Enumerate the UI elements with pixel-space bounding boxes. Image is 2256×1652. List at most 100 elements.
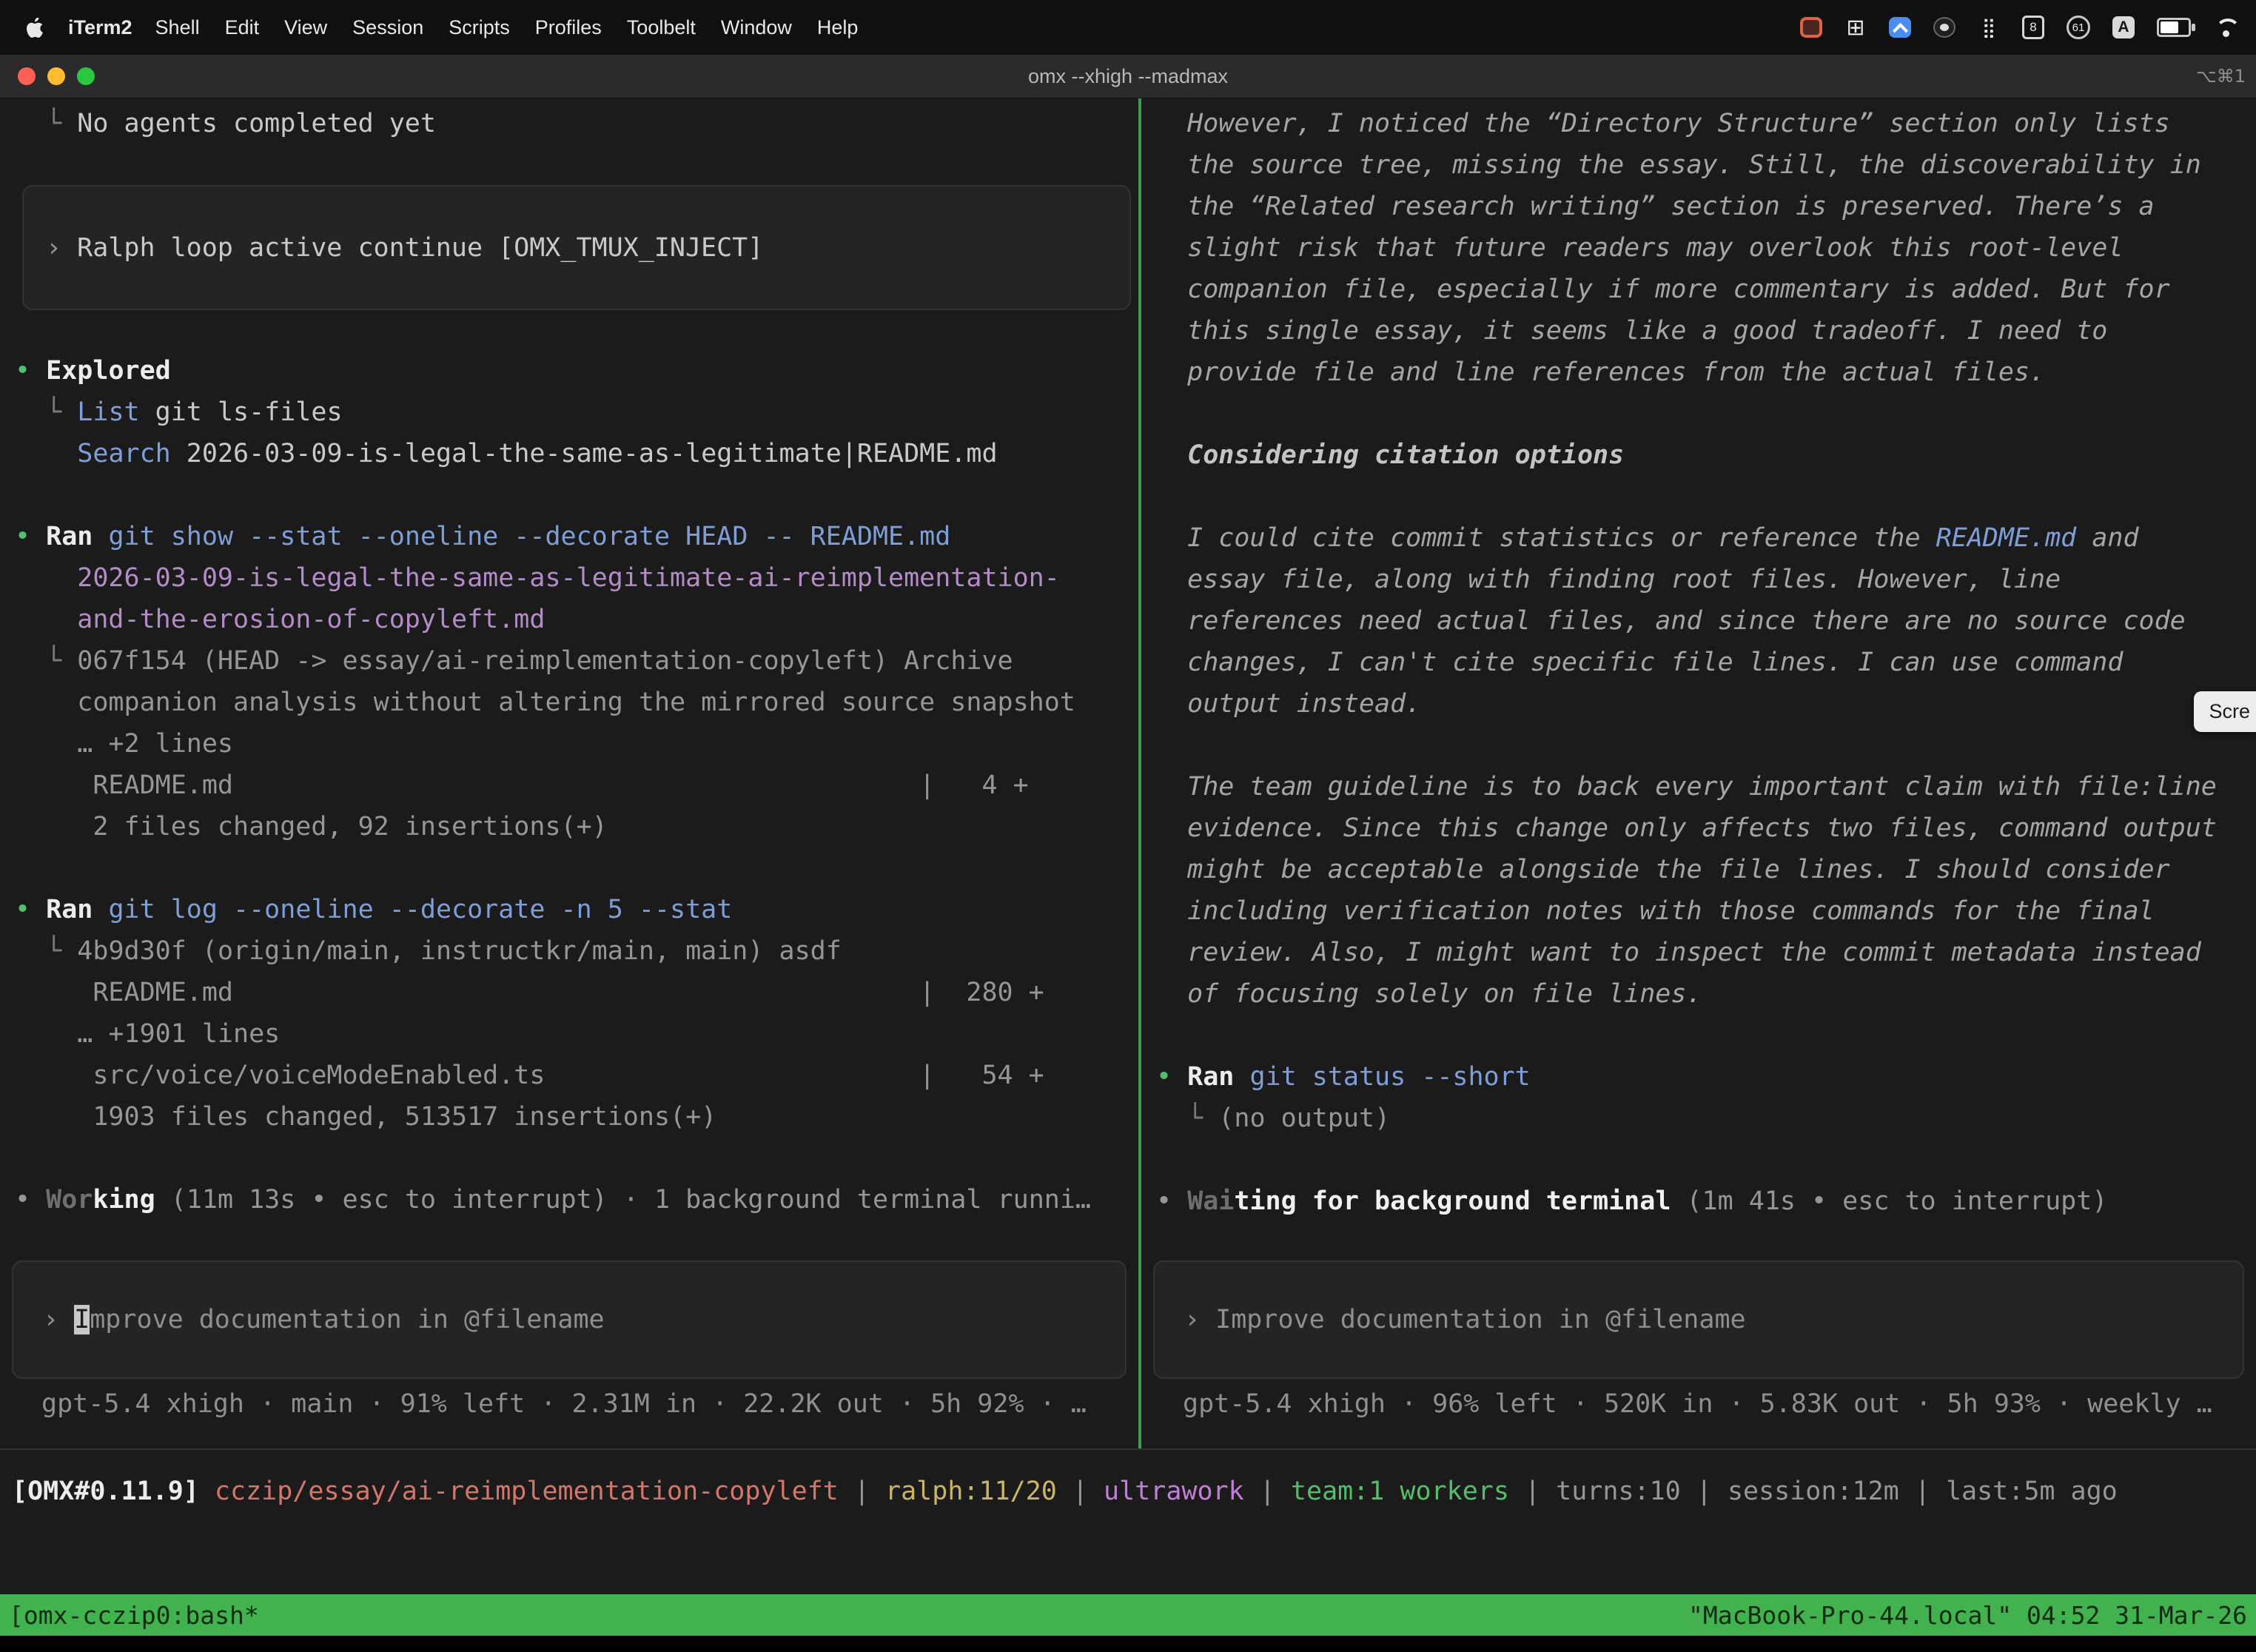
prompt-icon: › — [43, 1305, 74, 1334]
text-segment: companion analysis without altering the … — [15, 688, 1075, 717]
text-segment: • — [15, 356, 46, 386]
text-segment: Wai — [1187, 1186, 1234, 1216]
keystroke-icon[interactable] — [1933, 17, 1955, 38]
close-button[interactable] — [18, 67, 36, 85]
menu-item-view[interactable]: View — [272, 16, 340, 39]
text-segment: slight risk that future readers may over… — [1156, 233, 2123, 263]
terminal-line: └ 067f154 (HEAD -> essay/ai-reimplementa… — [15, 640, 1138, 682]
text-segment: of focusing solely on file lines. — [1156, 979, 1702, 1009]
battery-icon[interactable] — [2157, 18, 2191, 37]
apple-menu-icon[interactable] — [12, 18, 58, 38]
text-segment: team:1 workers — [1291, 1477, 1509, 1506]
tmux-status-bar: [omx-cczip0:bash* "MacBook-Pro-44.local"… — [0, 1594, 2256, 1636]
menu-item-profiles[interactable]: Profiles — [523, 16, 614, 39]
terminal-line: • Explored — [15, 350, 1138, 392]
blank-line — [1156, 393, 2256, 434]
text-segment: | — [839, 1477, 885, 1506]
terminal-line: changes, I can't cite specific file line… — [1156, 642, 2256, 683]
text-segment: cczip/essay/ai-reimplementation-copyleft — [215, 1477, 839, 1506]
terminal-line: the “Related research writing” section i… — [1156, 186, 2256, 227]
terminal-line: src/voice/voiceModeEnabled.ts | 54 + — [15, 1055, 1138, 1096]
menu-item-shell[interactable]: Shell — [143, 16, 212, 39]
right-input-box[interactable]: › Improve documentation in @filename — [1153, 1260, 2244, 1379]
prompt-icon: › — [1184, 1305, 1215, 1334]
left-input-box[interactable]: › Improve documentation in @filename — [12, 1260, 1127, 1379]
terminal-line: this single essay, it seems like a good … — [1156, 310, 2256, 352]
blank-line — [15, 847, 1138, 889]
terminal-line: Considering citation options — [1156, 434, 2256, 476]
terminal-line: review. Also, I might want to inspect th… — [1156, 932, 2256, 973]
text-segment: › — [46, 233, 77, 263]
terminal-line: companion file, especially if more comme… — [1156, 269, 2256, 310]
terminal-line: README.md | 4 + — [15, 765, 1138, 806]
text-segment: the “Related research writing” section i… — [1156, 192, 2155, 221]
raycast-icon[interactable] — [1889, 17, 1911, 38]
input-text: Improve documentation in @filename — [1215, 1305, 1745, 1334]
titlebar[interactable]: omx --xhigh --madmax ⌥⌘1 — [0, 55, 2256, 98]
blank-line — [1156, 476, 2256, 517]
app-menu-iterm2[interactable]: iTerm2 — [58, 16, 143, 39]
text-segment: this single essay, it seems like a good … — [1156, 316, 2107, 346]
terminal-line: 2 files changed, 92 insertions(+) — [15, 806, 1138, 847]
text-segment: git log --oneline --decorate -n 5 --stat — [108, 895, 732, 924]
text-segment: README.md | 4 + — [15, 770, 1029, 800]
text-segment: └ — [15, 397, 77, 427]
menubar: iTerm2 ShellEditViewSessionScriptsProfil… — [0, 0, 2256, 55]
minimize-button[interactable] — [47, 67, 65, 85]
text-segment: review. Also, I might want to inspect th… — [1156, 938, 2201, 967]
tmux-session-window: [omx-cczip0:bash* — [9, 1601, 259, 1630]
text-segment: might be acceptable alongside the file l… — [1156, 855, 2170, 884]
text-segment: Explored — [46, 356, 171, 386]
text-segment: companion file, especially if more comme… — [1156, 275, 2170, 304]
menu-item-session[interactable]: Session — [340, 16, 436, 39]
menu-item-toolbelt[interactable]: Toolbelt — [614, 16, 708, 39]
text-segment — [1234, 1062, 1249, 1092]
input-source-icon[interactable]: A — [2112, 16, 2135, 38]
text-segment: List — [77, 397, 139, 427]
text-segment: (no output) — [1218, 1104, 1390, 1133]
text-segment: ting for background terminal — [1234, 1186, 1671, 1216]
battery-percent-badge[interactable]: 61 — [2067, 16, 2090, 39]
text-segment: ralph:11/20 — [885, 1477, 1057, 1506]
text-segment: 2026-03-09-is-legal-the-same-as-legitima… — [15, 563, 1060, 593]
text-segment: • — [15, 522, 46, 551]
text-segment: └ — [15, 936, 77, 966]
zoom-button[interactable] — [77, 67, 95, 85]
text-segment: 1903 files changed, 513517 insertions(+) — [15, 1102, 716, 1132]
dots-grid-icon[interactable]: ⣿ — [1978, 15, 2000, 40]
text-segment: 4b9d30f (origin/main, instructkr/main, m… — [77, 936, 842, 966]
terminal-line: I could cite commit statistics or refere… — [1156, 517, 2256, 559]
recording-indicator[interactable] — [1800, 17, 1822, 38]
text-segment: | — [1899, 1477, 1946, 1506]
menu-item-help[interactable]: Help — [805, 16, 871, 39]
tmux-host-datetime: "MacBook-Pro-44.local" 04:52 31-Mar-26 — [1688, 1601, 2247, 1630]
text-segment: git status --short — [1249, 1062, 1530, 1092]
text-segment: | — [1244, 1477, 1291, 1506]
wifi-icon[interactable] — [2213, 16, 2238, 39]
text-segment: git show --stat --oneline --decorate HEA… — [108, 522, 950, 551]
text-segment: src/voice/voiceModeEnabled.ts | 54 + — [15, 1061, 1044, 1090]
terminal-line: essay file, along with finding root file… — [1156, 559, 2256, 600]
bottom-gap — [0, 1636, 2256, 1652]
menu-list: ShellEditViewSessionScriptsProfilesToolb… — [143, 16, 871, 39]
terminal-line: • Waiting for background terminal (1m 41… — [1156, 1181, 2256, 1222]
terminal-line: 2026-03-09-is-legal-the-same-as-legitima… — [15, 557, 1138, 599]
text-segment: git ls-files — [140, 397, 343, 427]
inject-banner[interactable]: › Ralph loop active continue [OMX_TMUX_I… — [22, 185, 1131, 310]
screen-edge-tooltip[interactable]: Scre — [2194, 691, 2256, 732]
text-segment: | — [1681, 1477, 1728, 1506]
terminal-line: provide file and line references from th… — [1156, 352, 2256, 393]
window-title: omx --xhigh --madmax — [0, 65, 2256, 88]
menu-item-edit[interactable]: Edit — [212, 16, 272, 39]
blank-line — [1156, 1015, 2256, 1056]
text-segment: The team guideline is to back every impo… — [1156, 772, 2217, 802]
menu-item-scripts[interactable]: Scripts — [436, 16, 523, 39]
phone-icon[interactable]: 8 — [2022, 16, 2044, 39]
menu-item-window[interactable]: Window — [708, 16, 805, 39]
text-segment: references need actual files, and since … — [1156, 606, 2186, 636]
left-pane: └ No agents completed yet› Ralph loop ac… — [0, 98, 1138, 1448]
terminal-line: Search 2026-03-09-is-legal-the-same-as-l… — [15, 433, 1138, 474]
grid-icon[interactable]: ⊞ — [1844, 15, 1867, 40]
text-segment: • — [15, 1185, 46, 1215]
text-cursor: I — [74, 1305, 90, 1334]
